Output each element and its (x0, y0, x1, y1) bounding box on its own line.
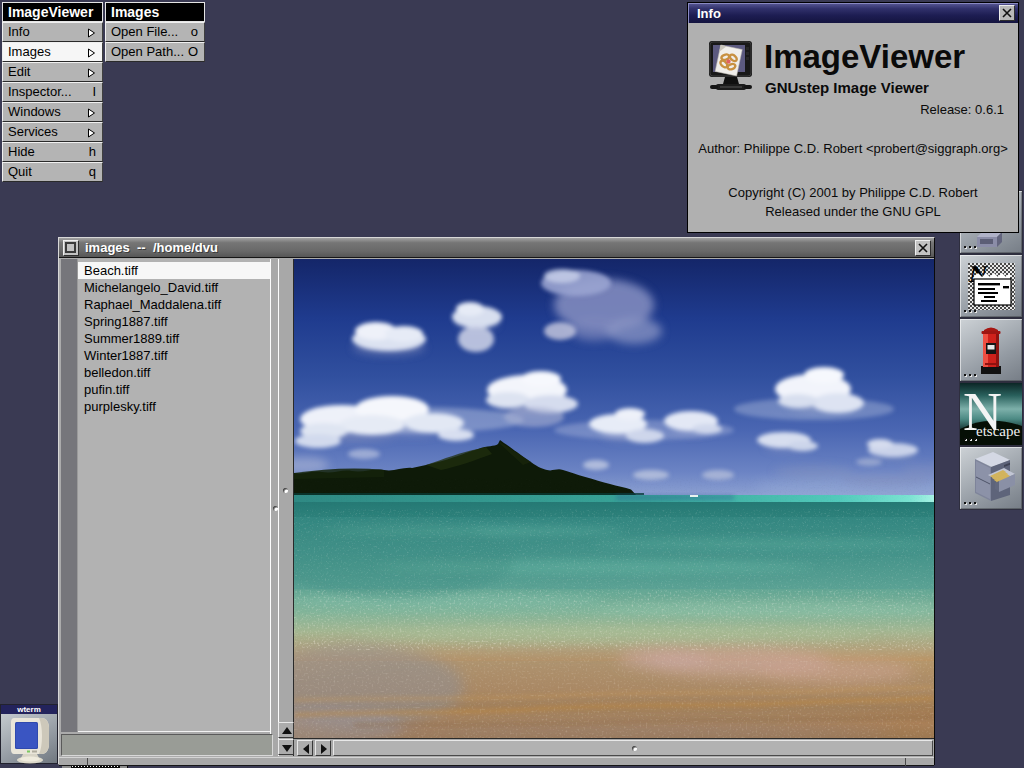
svg-text:etscape: etscape (976, 423, 1020, 439)
